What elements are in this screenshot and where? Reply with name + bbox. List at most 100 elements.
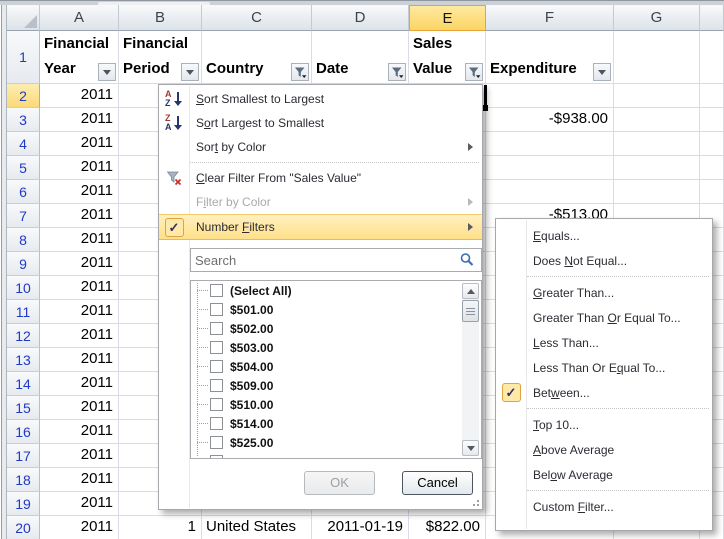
filter-applied-button[interactable]: [388, 63, 406, 81]
filter-value-item[interactable]: [191, 452, 481, 459]
cell-h[interactable]: [700, 180, 724, 204]
submenu-item[interactable]: ✓ Greater Than...: [496, 280, 712, 305]
column-header-partial[interactable]: [700, 5, 724, 31]
cell-g[interactable]: [614, 180, 700, 204]
list-scrollbar[interactable]: [462, 283, 479, 456]
submenu-item[interactable]: ✓ Does Not Equal...: [496, 248, 712, 273]
row-header[interactable]: 16: [7, 420, 40, 444]
row-header[interactable]: 9: [7, 252, 40, 276]
cell-h[interactable]: [700, 156, 724, 180]
submenu-item[interactable]: ✓ Less Than...: [496, 330, 712, 355]
menu-item-number-filters[interactable]: ✓ Number Filters: [159, 214, 482, 240]
cancel-button[interactable]: Cancel: [402, 471, 473, 495]
checkbox-unchecked-icon[interactable]: [210, 398, 223, 411]
cell-h[interactable]: [700, 108, 724, 132]
filter-applied-button[interactable]: [291, 63, 309, 81]
row-header[interactable]: 14: [7, 372, 40, 396]
scroll-down-button[interactable]: [462, 440, 479, 456]
header-cell-sales-value[interactable]: Sales Value: [409, 31, 486, 84]
cell-g[interactable]: [614, 84, 700, 108]
cell-a[interactable]: 2011: [40, 420, 119, 444]
cell-a[interactable]: 2011: [40, 372, 119, 396]
cell-a[interactable]: 2011: [40, 516, 119, 539]
cell-b[interactable]: 1: [119, 516, 202, 539]
row-header[interactable]: 15: [7, 396, 40, 420]
row-header-1[interactable]: 1: [7, 31, 40, 84]
scrollbar-thumb[interactable]: [462, 300, 479, 322]
filter-applied-button-active[interactable]: [465, 63, 483, 81]
header-cell-financial-period[interactable]: Financial Period: [119, 31, 202, 84]
checkbox-unchecked-icon[interactable]: [210, 341, 223, 354]
filter-value-item[interactable]: (Select All): [191, 281, 481, 300]
cell-f[interactable]: [486, 132, 614, 156]
scroll-up-button[interactable]: [462, 283, 479, 299]
row-header[interactable]: 19: [7, 492, 40, 516]
row-header[interactable]: 17: [7, 444, 40, 468]
checkbox-unchecked-icon[interactable]: [210, 455, 223, 459]
cell-d[interactable]: 2011-01-19: [312, 516, 409, 539]
cell-g[interactable]: [614, 156, 700, 180]
checkbox-unchecked-icon[interactable]: [210, 322, 223, 335]
cell-f[interactable]: [486, 180, 614, 204]
menu-item-clear-filter[interactable]: Clear Filter From "Sales Value": [159, 166, 482, 190]
menu-item-sort-by-color[interactable]: Sort by Color: [159, 135, 482, 159]
cell-a[interactable]: 2011: [40, 492, 119, 516]
filter-dropdown-button[interactable]: [181, 63, 199, 81]
filter-value-item[interactable]: $514.00: [191, 414, 481, 433]
column-header-b[interactable]: B: [119, 5, 202, 31]
column-header-e-selected[interactable]: E: [409, 5, 486, 31]
row-header[interactable]: 5: [7, 156, 40, 180]
checkbox-unchecked-icon[interactable]: [210, 284, 223, 297]
row-header[interactable]: 4: [7, 132, 40, 156]
menu-item-filter-by-color[interactable]: Filter by Color: [159, 190, 482, 214]
filter-value-item[interactable]: $502.00: [191, 319, 481, 338]
filter-value-item[interactable]: $504.00: [191, 357, 481, 376]
menu-item-sort-smallest-to-largest[interactable]: AZ Sort Smallest to Largest: [159, 87, 482, 111]
cell-a[interactable]: 2011: [40, 468, 119, 492]
cell-c[interactable]: United States: [202, 516, 312, 539]
ok-button[interactable]: OK: [304, 471, 375, 495]
filter-value-item[interactable]: $501.00: [191, 300, 481, 319]
cell-f[interactable]: [486, 156, 614, 180]
row-header[interactable]: 13: [7, 348, 40, 372]
submenu-item[interactable]: ✓ Less Than Or Equal To...: [496, 355, 712, 380]
row-header[interactable]: 6: [7, 180, 40, 204]
row-header[interactable]: 8: [7, 228, 40, 252]
header-cell-empty-partial[interactable]: [700, 31, 724, 84]
submenu-item[interactable]: ✓ Top 10...: [496, 412, 712, 437]
row-header[interactable]: 20: [7, 516, 40, 539]
cell-h[interactable]: [700, 84, 724, 108]
header-cell-expenditure[interactable]: Expenditure: [486, 31, 614, 84]
submenu-item[interactable]: ✓ Above Average: [496, 437, 712, 462]
column-header-a[interactable]: A: [40, 5, 119, 31]
checkbox-unchecked-icon[interactable]: [210, 379, 223, 392]
cell-a[interactable]: 2011: [40, 348, 119, 372]
header-cell-financial-year[interactable]: Financial Year: [40, 31, 119, 84]
cell-a[interactable]: 2011: [40, 228, 119, 252]
cell-a[interactable]: 2011: [40, 84, 119, 108]
filter-value-item[interactable]: $525.00: [191, 433, 481, 452]
cell-g[interactable]: [614, 132, 700, 156]
checkbox-unchecked-icon[interactable]: [210, 436, 223, 449]
resize-grip-icon[interactable]: [469, 496, 479, 506]
submenu-item[interactable]: ✓ Below Average: [496, 462, 712, 487]
cell-a[interactable]: 2011: [40, 444, 119, 468]
submenu-item[interactable]: ✓ Greater Than Or Equal To...: [496, 305, 712, 330]
checkbox-unchecked-icon[interactable]: [210, 303, 223, 316]
search-input[interactable]: [191, 253, 459, 268]
checkbox-unchecked-icon[interactable]: [210, 417, 223, 430]
submenu-item[interactable]: ✓ Between...: [496, 380, 712, 405]
row-header[interactable]: 10: [7, 276, 40, 300]
row-header[interactable]: 7: [7, 204, 40, 228]
header-cell-country[interactable]: Country: [202, 31, 312, 84]
cell-a[interactable]: 2011: [40, 132, 119, 156]
cell-a[interactable]: 2011: [40, 324, 119, 348]
header-cell-empty-g[interactable]: [614, 31, 700, 84]
column-header-f[interactable]: F: [486, 5, 614, 31]
row-header[interactable]: 2: [7, 84, 40, 108]
submenu-item[interactable]: ✓ Custom Filter...: [496, 494, 712, 519]
row-header[interactable]: 12: [7, 324, 40, 348]
filter-value-item[interactable]: $503.00: [191, 338, 481, 357]
cell-g[interactable]: [614, 108, 700, 132]
column-header-d[interactable]: D: [312, 5, 409, 31]
